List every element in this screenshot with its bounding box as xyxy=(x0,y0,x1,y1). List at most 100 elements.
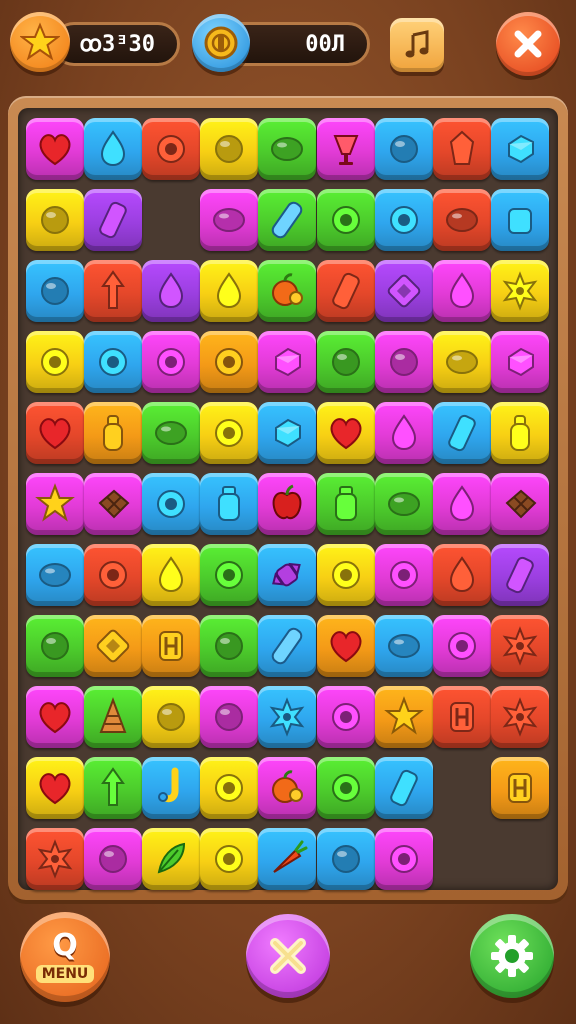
tile-yellow-drop[interactable] xyxy=(200,260,259,322)
tile-pink-ring[interactable] xyxy=(142,331,201,393)
tile-orange-rune[interactable] xyxy=(142,615,201,677)
tile-blue-square[interactable] xyxy=(490,189,549,251)
star-button[interactable] xyxy=(10,12,70,72)
tile-orange-ring[interactable] xyxy=(200,331,259,393)
tile-blue-splat[interactable] xyxy=(258,686,317,748)
tile-yellow-bottle[interactable] xyxy=(490,402,549,464)
tile-red-drop[interactable] xyxy=(432,544,491,606)
tile-pink-apple[interactable] xyxy=(258,473,317,535)
tile-blue-circle[interactable] xyxy=(26,260,84,322)
menu-button[interactable]: Q MENU xyxy=(20,912,110,1002)
tile-blue-ring[interactable] xyxy=(142,473,201,535)
tile-red-ring[interactable] xyxy=(142,118,201,180)
tile-red-ring[interactable] xyxy=(84,544,143,606)
tile-red-rune[interactable] xyxy=(432,686,491,748)
tile-green-circle[interactable] xyxy=(200,615,259,677)
tile-purple-bar[interactable] xyxy=(490,544,549,606)
tile-purple-bar[interactable] xyxy=(84,189,143,251)
tile-pink-heart[interactable] xyxy=(26,686,84,748)
tile-pink-ring[interactable] xyxy=(374,828,433,890)
tile-yellow-ring[interactable] xyxy=(26,331,84,393)
tile-green-arrow[interactable] xyxy=(84,757,143,819)
tile-pink-drop[interactable] xyxy=(432,473,491,535)
tile-yellow-ring[interactable] xyxy=(316,544,375,606)
tile-red-heart[interactable] xyxy=(26,402,84,464)
tile-yellow-ring[interactable] xyxy=(200,757,259,819)
tile-red-bar[interactable] xyxy=(316,260,375,322)
tile-pink-heart[interactable] xyxy=(26,118,84,180)
tile-red-oval[interactable] xyxy=(432,189,491,251)
tile-green-circle[interactable] xyxy=(26,615,84,677)
tile-blue-ring[interactable] xyxy=(84,331,143,393)
tile-green-oval[interactable] xyxy=(374,473,433,535)
tile-yellow-ring[interactable] xyxy=(200,828,259,890)
tile-red-arrow[interactable] xyxy=(84,260,143,322)
tile-green-oval[interactable] xyxy=(142,402,201,464)
close-button[interactable] xyxy=(496,12,560,76)
tile-pink-ring[interactable] xyxy=(374,544,433,606)
tile-pink-choco[interactable] xyxy=(490,473,549,535)
tile-pink-star[interactable] xyxy=(26,473,84,535)
settings-button[interactable] xyxy=(470,914,554,998)
tile-pink-drop[interactable] xyxy=(374,402,433,464)
tile-orange-bottle[interactable] xyxy=(84,402,143,464)
tile-blue-hook[interactable] xyxy=(142,757,201,819)
tile-yellow-leaf[interactable] xyxy=(142,828,201,890)
tile-purple-drop[interactable] xyxy=(142,260,201,322)
tile-blue-circle[interactable] xyxy=(316,828,375,890)
tile-yellow-heart[interactable] xyxy=(316,402,375,464)
tile-yellow-splat[interactable] xyxy=(490,260,549,322)
tile-pink-cup[interactable] xyxy=(316,118,375,180)
tile-yellow-circle[interactable] xyxy=(26,189,84,251)
tile-red-splat[interactable] xyxy=(490,686,549,748)
tile-yellow-circle[interactable] xyxy=(200,118,259,180)
tile-green-ring[interactable] xyxy=(316,757,375,819)
tile-yellow-circle[interactable] xyxy=(142,686,201,748)
tile-blue-carrot[interactable] xyxy=(258,828,317,890)
tile-orange-box[interactable] xyxy=(84,615,143,677)
tile-green-cone[interactable] xyxy=(84,686,143,748)
tile-red-gem[interactable] xyxy=(432,118,491,180)
tile-green-oval[interactable] xyxy=(258,118,317,180)
tile-yellow-drop[interactable] xyxy=(142,544,201,606)
tile-blue-bar[interactable] xyxy=(432,402,491,464)
tile-pink-circle[interactable] xyxy=(374,331,433,393)
tile-orange-heart[interactable] xyxy=(316,615,375,677)
tile-blue-jar[interactable] xyxy=(200,473,259,535)
tile-pink-cube[interactable] xyxy=(258,331,317,393)
tile-yellow-ring[interactable] xyxy=(200,402,259,464)
tile-green-jar[interactable] xyxy=(316,473,375,535)
tile-blue-ring[interactable] xyxy=(374,189,433,251)
tile-yellow-oval[interactable] xyxy=(432,331,491,393)
tile-pink-ring[interactable] xyxy=(432,615,491,677)
tile-yellow-heart[interactable] xyxy=(26,757,84,819)
tile-pink-choco[interactable] xyxy=(84,473,143,535)
tile-blue-drop[interactable] xyxy=(84,118,143,180)
tile-green-tube[interactable] xyxy=(258,189,317,251)
tile-orange-rune[interactable] xyxy=(490,757,549,819)
tile-pink-cube[interactable] xyxy=(490,331,549,393)
tile-purple-box[interactable] xyxy=(374,260,433,322)
tile-orange-star[interactable] xyxy=(374,686,433,748)
tile-blue-cube[interactable] xyxy=(490,118,549,180)
tile-blue-cube[interactable] xyxy=(258,402,317,464)
music-button[interactable] xyxy=(390,18,444,72)
tile-pink-circle[interactable] xyxy=(84,828,143,890)
tile-red-splat[interactable] xyxy=(490,615,549,677)
tile-blue-oval[interactable] xyxy=(26,544,84,606)
tile-blue-bar[interactable] xyxy=(374,757,433,819)
tile-blue-oval[interactable] xyxy=(374,615,433,677)
tile-pink-drop[interactable] xyxy=(432,260,491,322)
coin-button[interactable] xyxy=(192,14,250,72)
tile-green-circle[interactable] xyxy=(316,331,375,393)
tile-pink-fruit[interactable] xyxy=(258,757,317,819)
tile-pink-ring[interactable] xyxy=(316,686,375,748)
tile-blue-tube[interactable] xyxy=(258,615,317,677)
tile-red-splat[interactable] xyxy=(26,828,84,890)
tile-pink-circle[interactable] xyxy=(200,686,259,748)
tile-blue-circle[interactable] xyxy=(374,118,433,180)
tile-green-fruit[interactable] xyxy=(258,260,317,322)
tile-pink-oval[interactable] xyxy=(200,189,259,251)
tile-blue-candy[interactable] xyxy=(258,544,317,606)
shuffle-button[interactable] xyxy=(246,914,330,998)
